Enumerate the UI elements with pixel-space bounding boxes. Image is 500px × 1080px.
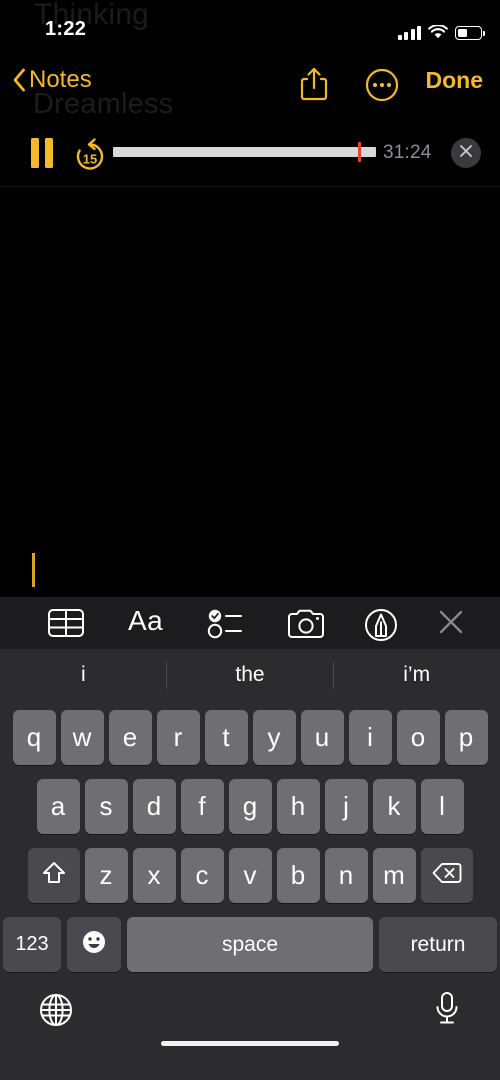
key-q[interactable]: q — [12, 710, 56, 765]
audio-elapsed-time: 31:24 — [383, 142, 432, 163]
player-divider — [0, 186, 500, 187]
predictive-text-bar: i the i’m — [0, 649, 500, 701]
camera-button[interactable] — [286, 609, 326, 644]
key-c[interactable]: c — [180, 848, 224, 903]
key-m[interactable]: m — [372, 848, 416, 903]
keyboard-row-2: a s d f g h j k l — [0, 779, 500, 834]
navigation-bar: Notes Done — [0, 58, 500, 114]
text-caret — [32, 553, 35, 587]
close-icon — [437, 608, 465, 641]
note-text-area[interactable] — [0, 188, 500, 597]
checklist-icon — [207, 607, 247, 644]
text-format-icon: Aa — [128, 605, 164, 636]
globe-key[interactable] — [38, 992, 74, 1033]
close-player-button[interactable] — [451, 138, 481, 168]
share-button[interactable] — [299, 66, 329, 107]
key-n[interactable]: n — [324, 848, 368, 903]
notes-audio-screen: Thinking Dreamless 1:22 Notes Done 15 31… — [0, 0, 500, 1080]
prediction-1[interactable]: i — [0, 649, 167, 701]
key-p[interactable]: p — [444, 710, 488, 765]
audio-progress-bar[interactable] — [113, 142, 376, 162]
key-f[interactable]: f — [180, 779, 224, 834]
table-icon — [47, 606, 85, 645]
keyboard-bottom-bar — [0, 984, 500, 1054]
wifi-icon — [428, 24, 448, 40]
emoji-key[interactable] — [67, 917, 121, 972]
key-a[interactable]: a — [36, 779, 80, 834]
battery-fill — [457, 28, 468, 38]
key-s[interactable]: s — [84, 779, 128, 834]
key-o[interactable]: o — [396, 710, 440, 765]
status-indicators — [397, 22, 485, 40]
globe-icon — [38, 994, 74, 1032]
prediction-separator — [166, 662, 167, 689]
key-i[interactable]: i — [348, 710, 392, 765]
markup-pen-icon — [364, 608, 398, 647]
format-toolbar: Aa — [0, 597, 500, 649]
microphone-icon — [432, 992, 462, 1032]
key-w[interactable]: w — [60, 710, 104, 765]
checklist-button[interactable] — [207, 607, 247, 644]
emoji-icon — [80, 928, 108, 961]
prediction-2[interactable]: the — [167, 649, 334, 701]
audio-playhead[interactable] — [357, 142, 362, 162]
audio-player: 15 31:24 — [0, 124, 500, 186]
markup-button[interactable] — [364, 608, 398, 647]
on-screen-keyboard: i the i’m q w e r t y u i o p a s d f g … — [0, 649, 500, 1080]
table-button[interactable] — [47, 606, 85, 645]
key-l[interactable]: l — [420, 779, 464, 834]
rewind-15-button[interactable]: 15 — [72, 136, 108, 179]
back-label: Notes — [29, 66, 92, 93]
keyboard-row-4: 123 space return — [0, 917, 500, 972]
pause-icon-bar-right — [45, 138, 53, 168]
keyboard-row-3: z x c v b n m — [0, 848, 500, 903]
key-y[interactable]: y — [252, 710, 296, 765]
key-v[interactable]: v — [228, 848, 272, 903]
key-t[interactable]: t — [204, 710, 248, 765]
home-indicator — [161, 1041, 339, 1046]
back-to-notes-button[interactable]: Notes — [12, 66, 92, 94]
pause-button[interactable] — [31, 138, 53, 168]
dictation-key[interactable] — [432, 990, 462, 1033]
backspace-icon — [432, 861, 462, 890]
space-key[interactable]: space — [127, 917, 373, 972]
return-key[interactable]: return — [379, 917, 497, 972]
status-time: 1:22 — [45, 18, 87, 40]
key-u[interactable]: u — [300, 710, 344, 765]
prediction-3[interactable]: i’m — [333, 649, 500, 701]
key-e[interactable]: e — [108, 710, 152, 765]
close-icon — [459, 144, 473, 163]
shift-key[interactable] — [27, 848, 80, 903]
key-k[interactable]: k — [372, 779, 416, 834]
key-b[interactable]: b — [276, 848, 320, 903]
ellipsis-circle-icon — [365, 68, 399, 106]
keyboard-row-1: q w e r t y u i o p — [0, 710, 500, 765]
key-g[interactable]: g — [228, 779, 272, 834]
status-bar: 1:22 — [0, 0, 500, 46]
key-z[interactable]: z — [84, 848, 128, 903]
key-h[interactable]: h — [276, 779, 320, 834]
prediction-separator — [333, 662, 334, 689]
svg-text:15: 15 — [83, 152, 97, 167]
done-button[interactable]: Done — [426, 67, 484, 94]
cellular-signal-icon — [397, 26, 421, 40]
shift-icon — [41, 860, 67, 891]
key-d[interactable]: d — [132, 779, 176, 834]
numbers-key[interactable]: 123 — [3, 917, 61, 972]
hide-keyboard-button[interactable] — [437, 608, 465, 641]
chevron-left-icon — [12, 68, 26, 92]
key-r[interactable]: r — [156, 710, 200, 765]
battery-icon — [455, 26, 485, 40]
pause-icon-bar-left — [31, 138, 39, 168]
backspace-key[interactable] — [420, 848, 473, 903]
key-j[interactable]: j — [324, 779, 368, 834]
camera-icon — [286, 609, 326, 644]
share-icon — [299, 67, 329, 106]
more-options-button[interactable] — [365, 68, 399, 107]
key-x[interactable]: x — [132, 848, 176, 903]
text-format-button[interactable]: Aa — [128, 605, 163, 637]
